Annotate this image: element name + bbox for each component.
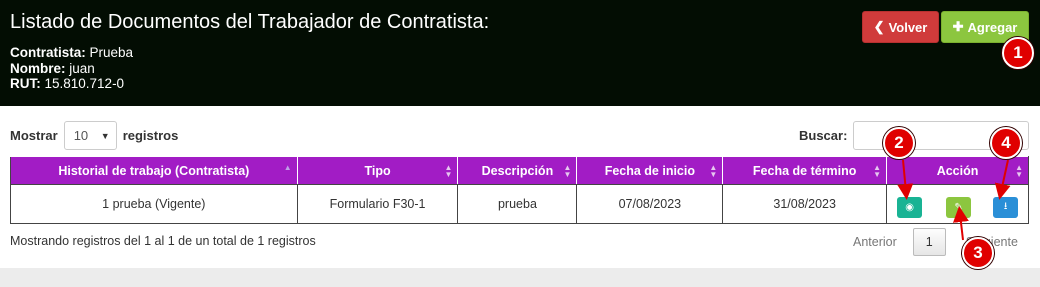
page-1-button[interactable]: 1 bbox=[912, 228, 946, 256]
view-button[interactable]: ◉ bbox=[897, 197, 923, 218]
download-icon: ⭳ bbox=[1003, 201, 1008, 212]
volver-label: Volver bbox=[888, 19, 928, 35]
plus-icon: ✚ bbox=[952, 19, 964, 34]
buscar-label: Buscar: bbox=[799, 128, 848, 143]
worker-info: Contratista: Prueba Nombre: juan RUT: 15… bbox=[10, 45, 133, 92]
nombre-line: Nombre: juan bbox=[10, 61, 133, 77]
documents-panel: Mostrar 10 ▼ registros Buscar: Historial… bbox=[0, 106, 1040, 268]
annotation-marker-4: 4 bbox=[990, 127, 1022, 159]
table-header-row: Historial de trabajo (Contratista) ▲ Tipo… bbox=[10, 156, 1029, 185]
annotation-marker-3: 3 bbox=[962, 237, 994, 269]
column-header-descripcion[interactable]: Descripción ▲ ▼ bbox=[457, 156, 578, 185]
column-header-fecha-inicio[interactable]: Fecha de inicio ▲ ▼ bbox=[576, 156, 724, 185]
rut-line: RUT: 15.810.712-0 bbox=[10, 76, 133, 92]
contratista-value: Prueba bbox=[85, 45, 134, 60]
arrow-left-icon: ❮ bbox=[873, 19, 885, 34]
download-button[interactable]: ⭳ bbox=[993, 197, 1019, 218]
sort-both-icon: ▲ ▼ bbox=[1015, 163, 1023, 179]
page-header: Listado de Documentos del Trabajador de … bbox=[0, 0, 1040, 106]
page-length-control: Mostrar 10 ▼ registros bbox=[10, 121, 178, 150]
page: Listado de Documentos del Trabajador de … bbox=[0, 0, 1040, 287]
nombre-value: juan bbox=[65, 60, 95, 76]
registros-label: registros bbox=[122, 128, 179, 143]
page-title: Listado de Documentos del Trabajador de … bbox=[10, 11, 490, 33]
cell-historial: 1 prueba (Vigente) bbox=[10, 184, 298, 224]
annotation-marker-2: 2 bbox=[883, 127, 915, 159]
volver-button[interactable]: ❮ Volver bbox=[862, 11, 939, 43]
cell-fecha-inicio: 07/08/2023 bbox=[576, 184, 724, 224]
previous-page-link[interactable]: Anterior bbox=[853, 235, 897, 249]
table-summary: Mostrando registros del 1 al 1 de un tot… bbox=[10, 234, 316, 248]
sort-both-icon: ▲ ▼ bbox=[563, 163, 572, 179]
column-header-historial[interactable]: Historial de trabajo (Contratista) ▲ bbox=[10, 156, 298, 185]
sort-both-icon: ▲ ▼ bbox=[444, 163, 453, 179]
agregar-label: Agregar bbox=[967, 19, 1018, 35]
sort-both-icon: ▲ ▼ bbox=[709, 163, 718, 179]
sort-both-icon: ▲ ▼ bbox=[873, 163, 882, 179]
table-row: 1 prueba (Vigente) Formulario F30-1 prue… bbox=[10, 184, 1029, 224]
pencil-icon: ✎ bbox=[954, 202, 963, 213]
cell-actions: ◉ ✎ ⭳ bbox=[886, 184, 1029, 224]
mostrar-label: Mostrar bbox=[10, 128, 58, 143]
cell-descripcion: prueba bbox=[457, 184, 578, 224]
page-length-select[interactable]: 10 ▼ bbox=[63, 121, 117, 150]
annotation-marker-1: 1 bbox=[1002, 37, 1034, 69]
column-header-accion[interactable]: Acción ▲ ▼ bbox=[886, 156, 1029, 185]
contratista-line: Contratista: Prueba bbox=[10, 45, 133, 61]
cell-tipo: Formulario F30-1 bbox=[296, 184, 459, 224]
cell-fecha-termino: 31/08/2023 bbox=[722, 184, 888, 224]
rut-label: RUT: bbox=[10, 76, 41, 91]
contratista-label: Contratista: bbox=[10, 45, 86, 60]
eye-icon: ◉ bbox=[905, 202, 914, 213]
nombre-label: Nombre: bbox=[10, 60, 66, 76]
chevron-down-icon: ▼ bbox=[100, 130, 110, 141]
edit-button[interactable]: ✎ bbox=[946, 197, 972, 218]
sort-asc-icon: ▲ bbox=[283, 163, 292, 172]
documents-table: Historial de trabajo (Contratista) ▲ Tipo… bbox=[10, 156, 1029, 224]
column-header-tipo[interactable]: Tipo ▲ ▼ bbox=[296, 156, 459, 185]
column-header-fecha-termino[interactable]: Fecha de término ▲ ▼ bbox=[722, 156, 888, 185]
rut-value: 15.810.712-0 bbox=[40, 76, 125, 91]
page-length-value: 10 bbox=[73, 128, 89, 143]
